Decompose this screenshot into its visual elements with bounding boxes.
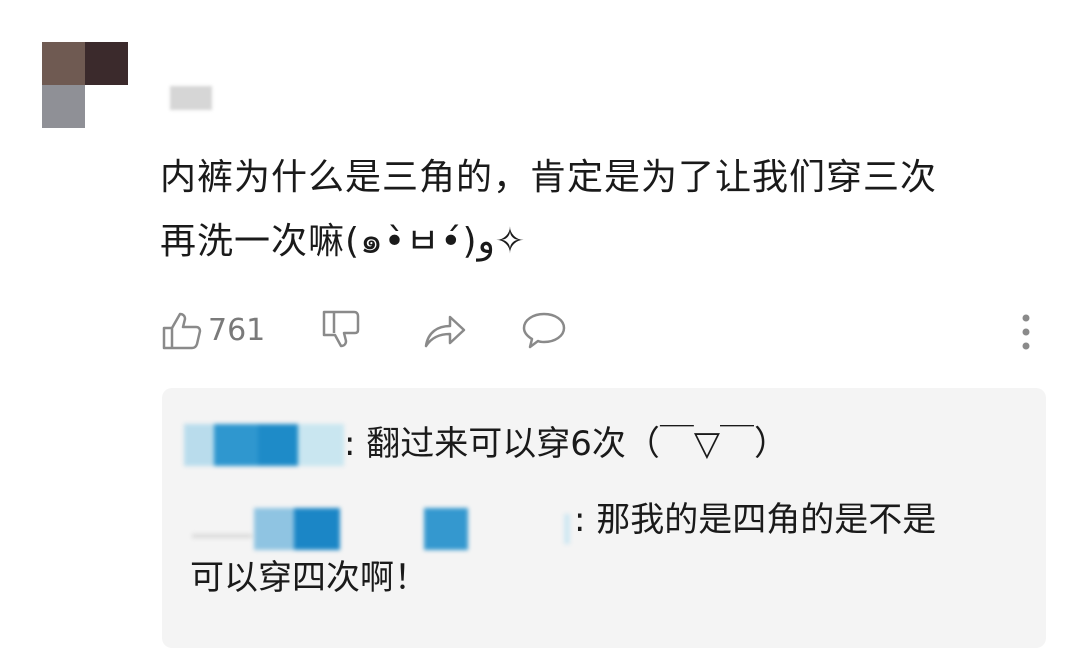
- comment-actions: 761: [160, 308, 1040, 356]
- reply-username-blurred[interactable]: [192, 500, 572, 550]
- avatar-pixel: [42, 85, 85, 128]
- avatar-pixel: [85, 85, 128, 128]
- comment-icon: [522, 312, 566, 349]
- thumbs-down-icon: [322, 310, 360, 348]
- username-blurred[interactable]: [170, 86, 212, 110]
- comment-button[interactable]: [520, 308, 568, 352]
- more-icon: [1022, 314, 1030, 350]
- reply-text: : 那我的是四角的是不是: [574, 500, 937, 540]
- reply-username-blurred[interactable]: [184, 424, 344, 466]
- replies-panel: : 翻过来可以穿6次（￣▽￣） : 那我的是四角的是不是 可以穿四次啊！: [162, 388, 1046, 648]
- thumbs-up-icon: [162, 312, 202, 350]
- comment-text-line: 再洗一次嘛(๑•̀ㅂ•́)و✧: [160, 221, 526, 262]
- dislike-button[interactable]: [320, 308, 364, 352]
- share-icon: [424, 315, 466, 348]
- share-button[interactable]: [422, 308, 468, 352]
- like-button[interactable]: 761: [160, 308, 265, 352]
- comment-text: 内裤为什么是三角的，肯定是为了让我们穿三次 再洗一次嘛(๑•̀ㅂ•́)و✧: [160, 146, 1060, 274]
- avatar[interactable]: [42, 42, 128, 128]
- avatar-pixel: [42, 42, 85, 85]
- reply-text: 可以穿四次啊！: [190, 558, 428, 598]
- reply-text: : 翻过来可以穿6次（￣▽￣）: [344, 424, 789, 464]
- comment-text-line: 内裤为什么是三角的，肯定是为了让我们穿三次: [160, 157, 938, 198]
- like-count: 761: [208, 312, 266, 348]
- more-button[interactable]: [1020, 312, 1032, 352]
- avatar-pixel: [85, 42, 128, 85]
